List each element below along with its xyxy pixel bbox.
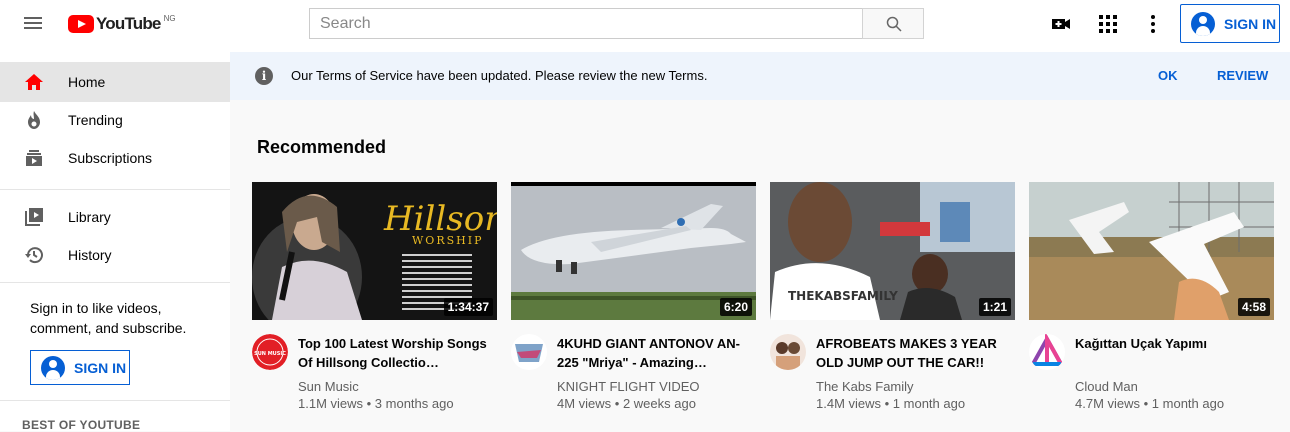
ok-button[interactable]: OK (1158, 68, 1178, 83)
sidebar-item-label: Subscriptions (68, 150, 153, 166)
video-thumbnail[interactable]: Hillsong WORSHIP 1:34:37 (252, 182, 497, 320)
channel-name[interactable]: Cloud Man (1075, 378, 1274, 395)
account-icon (1191, 11, 1215, 36)
sidebar-divider (0, 400, 230, 401)
more-vertical-icon[interactable] (1143, 14, 1163, 34)
video-stats: 1.4M views • 1 month ago (816, 396, 966, 411)
youtube-logo[interactable]: YouTube NG (68, 13, 176, 35)
sign-in-promo-text: Sign in to like videos, comment, and sub… (30, 300, 187, 336)
video-stats: 4M views • 2 weeks ago (557, 396, 696, 411)
sidebar-item-label: History (68, 247, 112, 263)
video-duration: 1:21 (978, 298, 1011, 316)
apps-grid-icon[interactable] (1098, 14, 1118, 34)
worship-subtext: WORSHIP (412, 234, 483, 247)
channel-name[interactable]: KNIGHT FLIGHT VIDEO (557, 378, 756, 395)
info-icon: i (255, 67, 273, 85)
sidebar-item-library[interactable]: Library (0, 197, 230, 237)
video-duration: 1:34:37 (443, 298, 493, 316)
sun-music-logo-text: SUN MUSIC (254, 351, 286, 357)
video-stats: 1.1M views • 3 months ago (298, 396, 454, 411)
best-of-youtube-heading: BEST OF YOUTUBE (22, 418, 141, 432)
sign-in-label: SIGN IN (1224, 15, 1277, 32)
video-duration: 6:20 (719, 298, 752, 316)
sidebar-item-label: Home (68, 74, 106, 90)
search-icon (886, 16, 902, 32)
video-meta: Top 100 Latest Worship Songs Of Hillsong… (298, 334, 497, 413)
sidebar-item-label: Trending (68, 112, 123, 128)
library-icon (25, 208, 43, 226)
video-thumbnail[interactable]: THEKABSFAMILY 1:21 (770, 182, 1015, 320)
sign-in-button[interactable]: SIGN IN (1180, 4, 1280, 43)
country-code: NG (163, 14, 176, 23)
youtube-play-icon (68, 15, 94, 33)
sidebar-divider (0, 282, 230, 283)
history-icon (25, 247, 43, 264)
sidebar-item-history[interactable]: History (0, 235, 230, 275)
channel-avatar[interactable] (1029, 334, 1065, 370)
sidebar-item-trending[interactable]: Trending (0, 100, 230, 140)
video-meta: 4KUHD GIANT ANTONOV AN-225 "Mriya" - Ama… (557, 334, 756, 413)
video-title[interactable]: AFROBEATS MAKES 3 YEAR OLD JUMP OUT THE … (816, 334, 1015, 372)
sidebar: Home Trending Subscriptions Library Hist… (0, 52, 230, 432)
hillsong-script-text: Hillsong (383, 199, 497, 239)
home-icon (25, 74, 43, 90)
video-meta: AFROBEATS MAKES 3 YEAR OLD JUMP OUT THE … (816, 334, 1015, 413)
account-icon (41, 355, 65, 380)
review-button[interactable]: REVIEW (1217, 68, 1268, 83)
sign-in-label: SIGN IN (74, 359, 127, 376)
sidebar-item-home[interactable]: Home (0, 62, 230, 102)
sidebar-item-subscriptions[interactable]: Subscriptions (0, 138, 230, 178)
search-button[interactable] (862, 8, 924, 39)
video-stats: 4.7M views • 1 month ago (1075, 396, 1225, 411)
sidebar-divider (0, 189, 230, 190)
video-thumbnail[interactable]: 6:20 (511, 182, 756, 320)
terms-banner: i Our Terms of Service have been updated… (230, 52, 1290, 100)
menu-icon[interactable] (24, 14, 44, 34)
channel-name[interactable]: The Kabs Family (816, 378, 1015, 395)
video-duration: 4:58 (1237, 298, 1270, 316)
channel-avatar[interactable] (770, 334, 806, 370)
top-bar: YouTube NG Search SIGN IN (0, 0, 1290, 52)
shirt-text: THEKABSFAMILY (788, 289, 898, 303)
logo-text: YouTube (96, 14, 161, 33)
channel-avatar[interactable] (511, 334, 547, 370)
banner-message: Our Terms of Service have been updated. … (291, 68, 708, 83)
trending-icon (28, 111, 40, 129)
section-title: Recommended (257, 137, 387, 157)
video-title[interactable]: 4KUHD GIANT ANTONOV AN-225 "Mriya" - Ama… (557, 334, 756, 372)
channel-avatar[interactable]: SUN MUSIC (252, 334, 288, 370)
subscriptions-icon (26, 150, 42, 166)
channel-name[interactable]: Sun Music (298, 378, 497, 395)
create-video-icon[interactable] (1051, 14, 1071, 34)
video-thumbnail[interactable]: 4:58 (1029, 182, 1274, 320)
video-meta: Kağıttan Uçak Yapımı Cloud Man 4.7M view… (1075, 334, 1274, 413)
sidebar-sign-in-button[interactable]: SIGN IN (30, 350, 130, 385)
video-title[interactable]: Kağıttan Uçak Yapımı (1075, 334, 1274, 372)
search-input[interactable]: Search (309, 8, 863, 39)
video-title[interactable]: Top 100 Latest Worship Songs Of Hillsong… (298, 334, 497, 372)
sidebar-item-label: Library (68, 209, 111, 225)
